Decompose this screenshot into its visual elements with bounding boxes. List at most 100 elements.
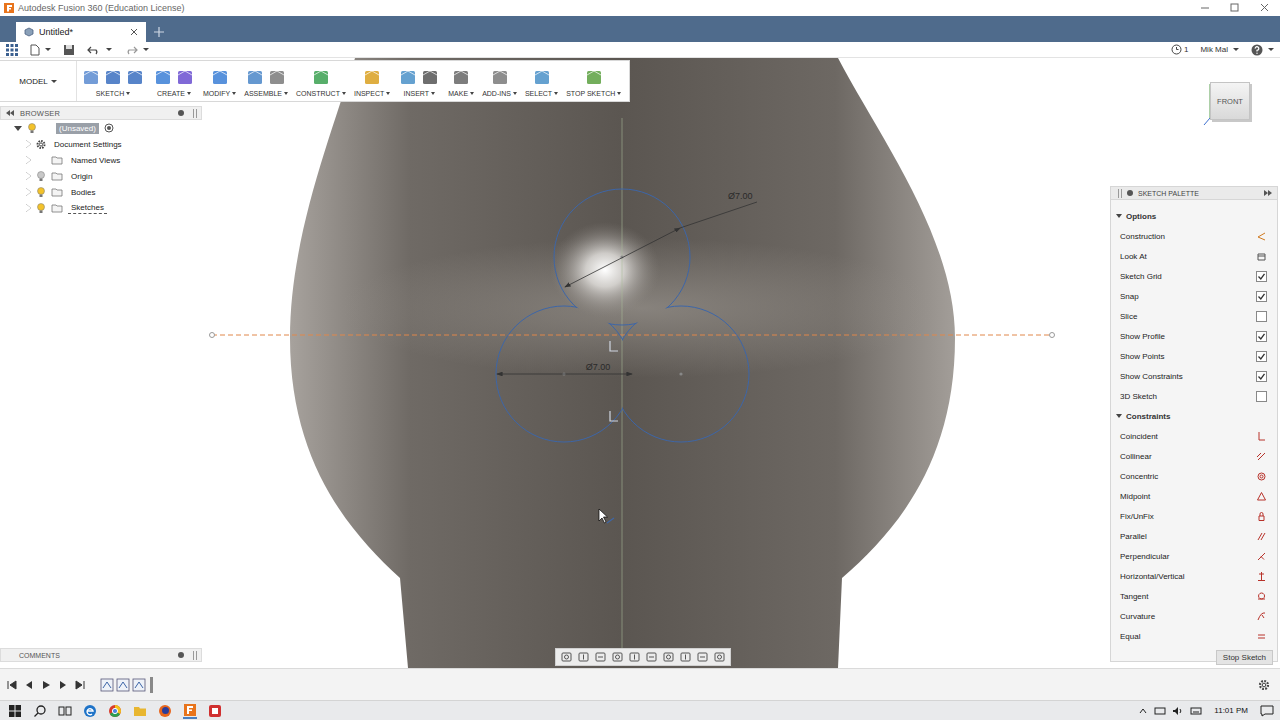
navigation-tool-icon[interactable] [662, 651, 675, 663]
section-header[interactable]: Constraints [1111, 406, 1277, 426]
construction-line[interactable] [210, 333, 1055, 338]
tool-icon[interactable] [245, 67, 265, 87]
checkbox[interactable] [1256, 371, 1267, 382]
navigation-tool-icon[interactable] [645, 651, 658, 663]
go-to-start-icon[interactable] [7, 680, 17, 690]
navigation-tool-icon[interactable] [560, 651, 573, 663]
expand-icon[interactable] [26, 188, 31, 196]
browser-item[interactable]: Origin [0, 168, 202, 184]
tool-icon[interactable] [451, 67, 471, 87]
visibility-bulb-icon[interactable] [27, 123, 37, 134]
checkbox[interactable] [1256, 271, 1267, 282]
new-tab-icon[interactable] [152, 25, 166, 39]
browser-item[interactable]: Document Settings [0, 136, 202, 152]
constraint-icon[interactable] [1256, 531, 1267, 542]
constraint-icon[interactable] [1256, 431, 1267, 442]
palette-row[interactable]: Perpendicular [1111, 546, 1277, 566]
diameter-dimension[interactable]: Ø7.00 [497, 362, 632, 374]
tool-icon[interactable] [490, 67, 510, 87]
maximize-icon[interactable] [1220, 1, 1250, 15]
step-back-icon[interactable] [24, 680, 34, 690]
step-forward-icon[interactable] [58, 680, 68, 690]
palette-row[interactable]: 3D Sketch [1111, 386, 1277, 406]
job-status[interactable]: 1 [1171, 44, 1188, 55]
user-menu[interactable]: Mik Mal [1200, 45, 1239, 54]
palette-row[interactable]: Show Constraints [1111, 366, 1277, 386]
navigation-tool-icon[interactable] [696, 651, 709, 663]
volume-icon[interactable] [1172, 706, 1184, 716]
constraint-icon[interactable] [1256, 511, 1267, 522]
task-view-icon[interactable] [58, 704, 72, 718]
stop-sketch-button[interactable]: Stop Sketch [1216, 650, 1273, 665]
taskbar-clock[interactable]: 11:01 PM [1214, 706, 1248, 715]
pin-icon[interactable] [1126, 189, 1134, 197]
firefox-icon[interactable] [158, 704, 172, 718]
sketch-circle[interactable] [554, 189, 690, 325]
palette-row[interactable]: Collinear [1111, 446, 1277, 466]
tool-icon[interactable] [175, 67, 195, 87]
help-menu[interactable] [1251, 44, 1274, 56]
edge-browser-icon[interactable] [83, 704, 97, 718]
diameter-dimension[interactable]: Ø7.00 [565, 191, 757, 287]
toolbar-group[interactable]: MODIFY [199, 61, 240, 101]
checkbox[interactable] [1256, 291, 1267, 302]
sketch-circle[interactable] [613, 306, 749, 442]
collapse-icon[interactable] [5, 109, 15, 117]
toolbar-group[interactable]: ASSEMBLE [240, 61, 292, 101]
toolbar-group[interactable]: CREATE [149, 61, 199, 101]
timeline-feature-icon[interactable] [132, 678, 146, 692]
checkbox[interactable] [1256, 311, 1267, 322]
toolbar-group[interactable]: SELECT [521, 61, 562, 101]
browser-item[interactable]: (Unsaved) [0, 120, 202, 136]
tool-icon[interactable] [362, 67, 382, 87]
visibility-bulb-icon[interactable] [36, 171, 46, 182]
palette-row[interactable]: Concentric [1111, 466, 1277, 486]
toolbar-group[interactable]: SKETCH [77, 61, 149, 101]
redo-button[interactable] [124, 45, 149, 55]
section-header[interactable]: Options [1111, 206, 1277, 226]
palette-row[interactable]: Curvature [1111, 606, 1277, 626]
fusion-taskbar-icon[interactable] [183, 703, 197, 719]
browser-item[interactable]: Named Views [0, 152, 202, 168]
tool-icon[interactable] [420, 67, 440, 87]
toolbar-group[interactable]: INSERT [394, 61, 444, 101]
constraint-icon[interactable] [1256, 451, 1267, 462]
palette-row[interactable]: Horizontal/Vertical [1111, 566, 1277, 586]
palette-row[interactable]: Fix/UnFix [1111, 506, 1277, 526]
navigation-tool-icon[interactable] [679, 651, 692, 663]
palette-row[interactable]: Show Profile [1111, 326, 1277, 346]
constraint-icon[interactable] [1256, 231, 1267, 242]
palette-row[interactable]: Midpoint [1111, 486, 1277, 506]
close-tab-icon[interactable] [130, 28, 138, 36]
file-explorer-icon[interactable] [133, 704, 147, 718]
navigation-tool-icon[interactable] [628, 651, 641, 663]
visibility-bulb-icon[interactable] [36, 203, 46, 214]
timeline-feature-icon[interactable] [100, 678, 114, 692]
expand-icon[interactable] [26, 204, 31, 212]
save-icon[interactable] [63, 44, 75, 56]
palette-row[interactable]: Slice [1111, 306, 1277, 326]
minimize-icon[interactable] [1190, 1, 1220, 15]
navigation-tool-icon[interactable] [713, 651, 726, 663]
expand-icon[interactable] [26, 172, 31, 180]
chrome-icon[interactable] [108, 704, 122, 718]
network-icon[interactable] [1154, 706, 1166, 716]
browser-item[interactable]: Bodies [0, 184, 202, 200]
pin-icon[interactable] [177, 109, 185, 117]
activate-radio-icon[interactable] [104, 123, 114, 133]
palette-row[interactable]: Equal [1111, 626, 1277, 646]
expand-icon[interactable] [14, 126, 22, 131]
app-icon[interactable] [208, 704, 222, 718]
expand-icon[interactable] [26, 156, 31, 164]
palette-row[interactable]: Show Points [1111, 346, 1277, 366]
workspace-switcher[interactable]: MODEL [0, 61, 77, 101]
toolbar-group[interactable]: ADD-INS [478, 61, 521, 101]
toolbar-group[interactable]: STOP SKETCH [562, 61, 625, 101]
close-icon[interactable] [1250, 1, 1280, 15]
tray-expand-icon[interactable] [1138, 706, 1148, 716]
tool-icon[interactable] [398, 67, 418, 87]
timeline-marker[interactable] [150, 677, 153, 693]
file-menu[interactable] [30, 44, 51, 56]
tool-icon[interactable] [267, 67, 287, 87]
constraint-icon[interactable] [1256, 251, 1267, 262]
